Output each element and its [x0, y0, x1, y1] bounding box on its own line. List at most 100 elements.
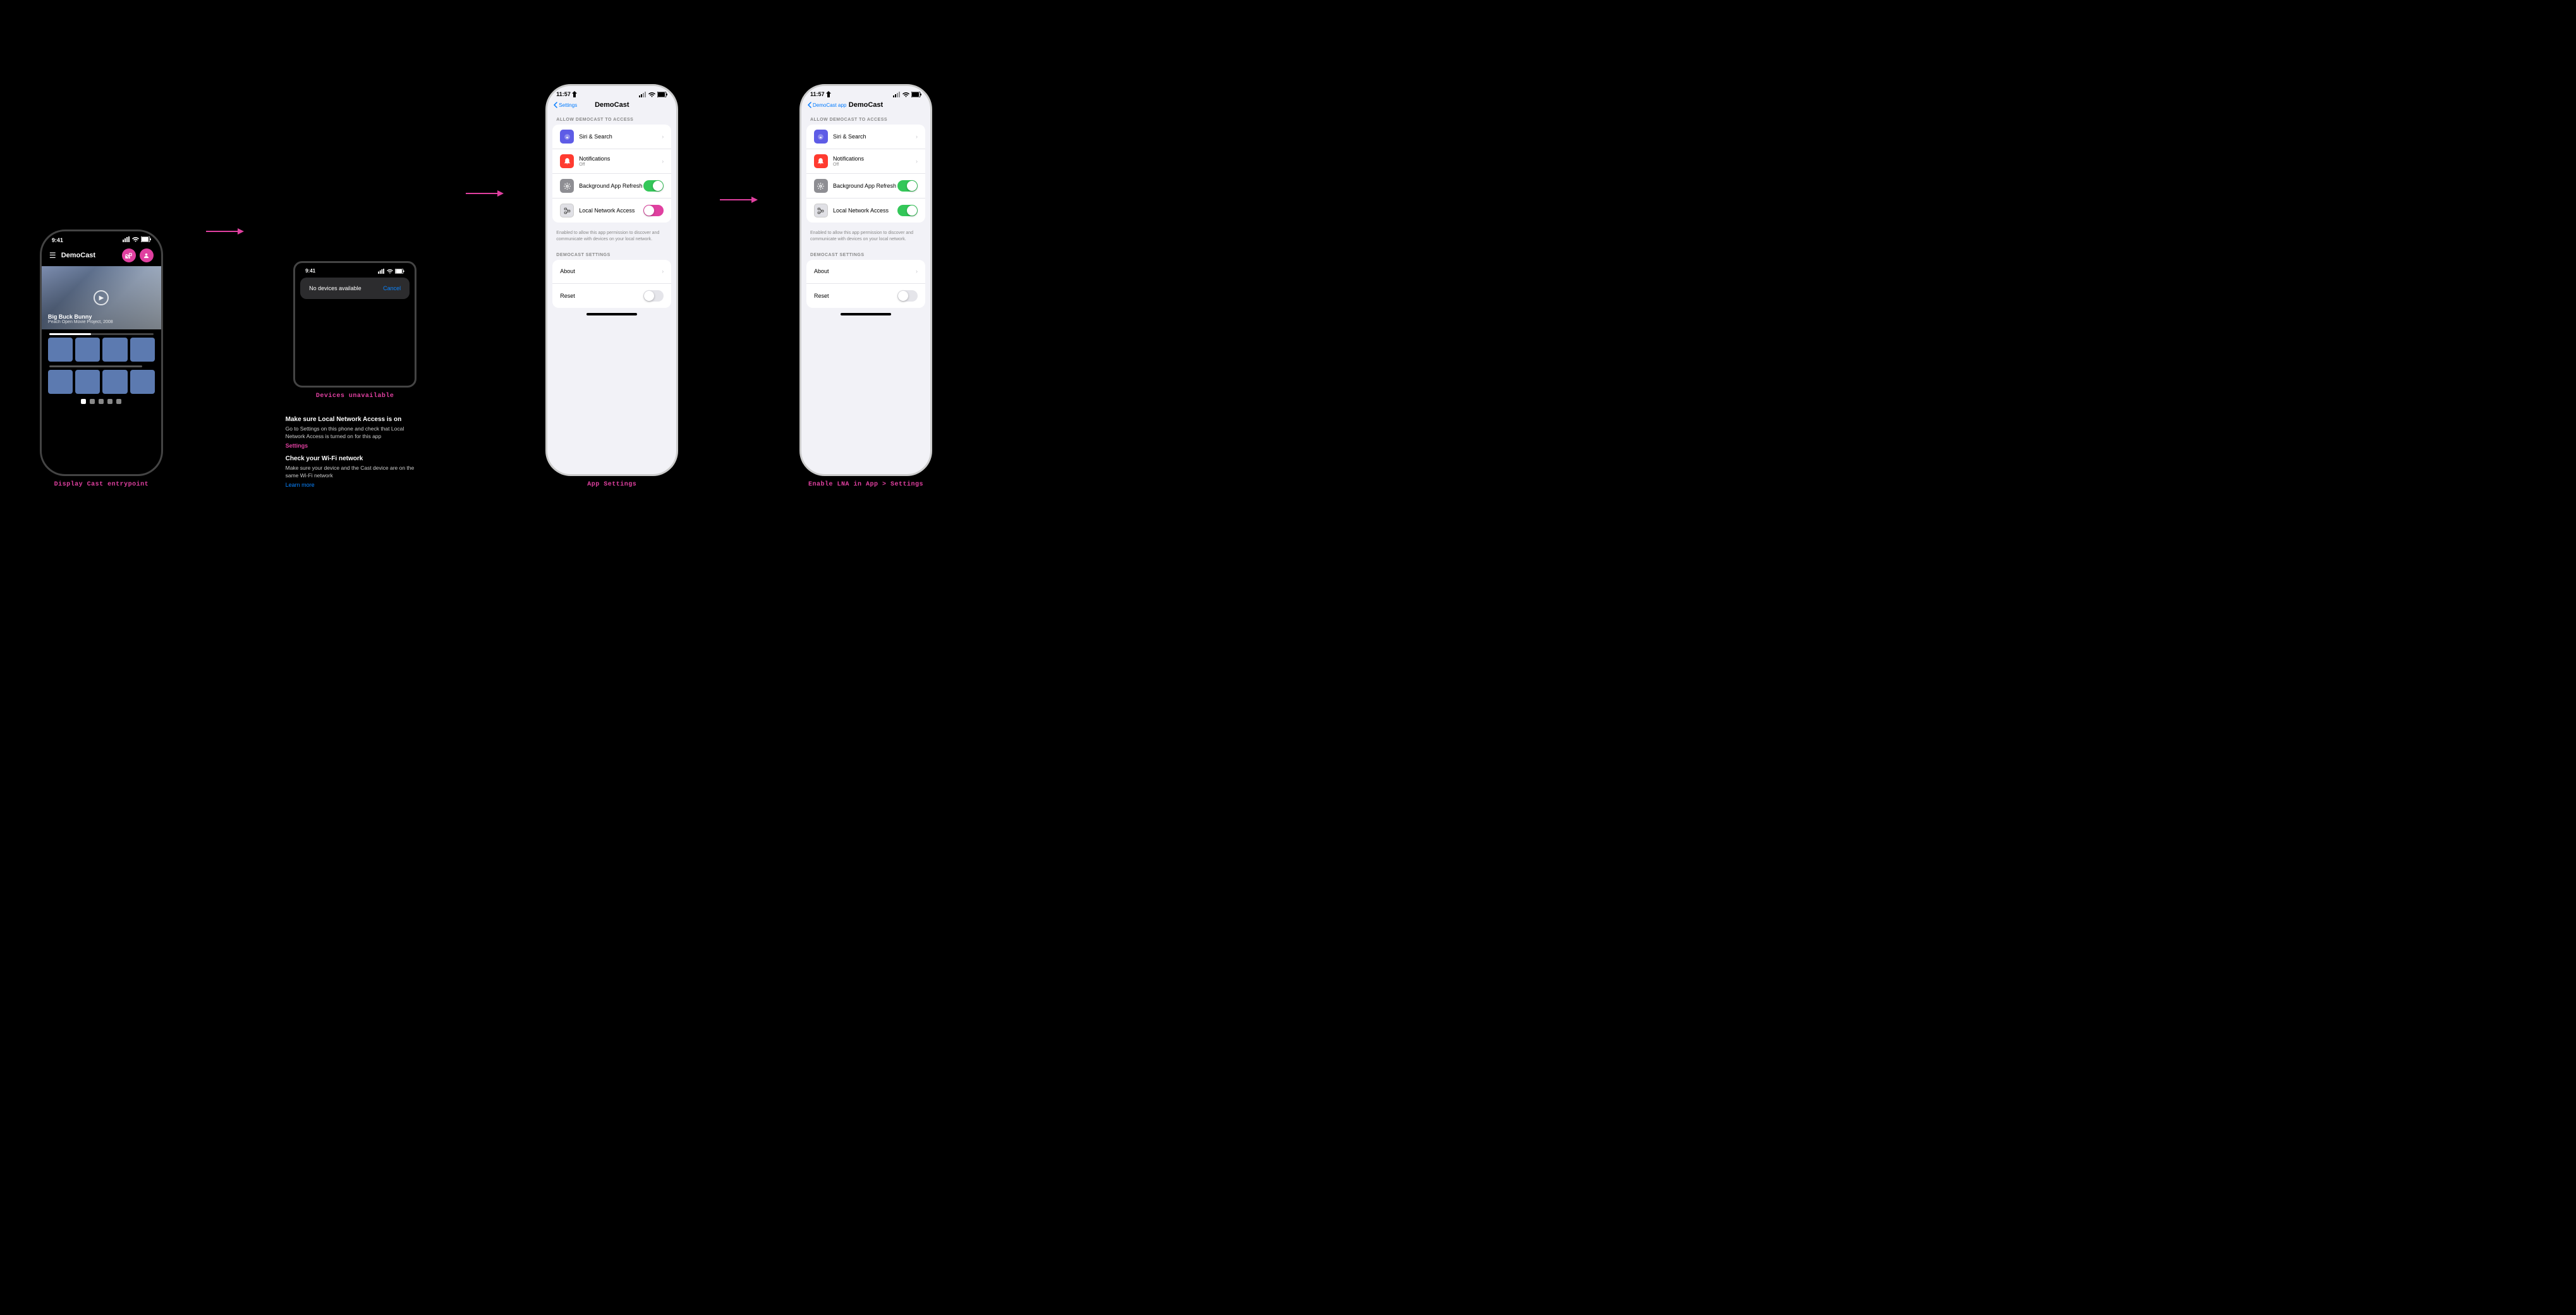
phone1-hero-image: ▶ Big Buck Bunny Peach Open Movie Projec…: [42, 266, 161, 329]
learn-more-link[interactable]: Learn more: [286, 482, 425, 488]
phone1-status-bar: 9:41: [42, 231, 161, 246]
caption-phone4: Enable LNA in App > Settings: [808, 481, 923, 488]
about-title: About: [560, 268, 659, 274]
phone1-app-title: DemoCast: [61, 252, 122, 259]
arrow1-container: [205, 222, 244, 241]
about-row[interactable]: About ›: [552, 260, 671, 284]
chevron-icon: ›: [916, 268, 918, 274]
page-dot[interactable]: [90, 399, 95, 404]
background-refresh-row[interactable]: Background App Refresh: [552, 174, 671, 199]
phone1-status-icons: [123, 236, 151, 243]
phone3-status-bar: 11:57: [547, 86, 676, 100]
siri-search-row[interactable]: Siri & Search ›: [806, 125, 925, 149]
notifications-text: Notifications Off: [833, 156, 913, 167]
thumbnail-item[interactable]: [48, 370, 73, 394]
page-dot[interactable]: [107, 399, 112, 404]
play-button[interactable]: ▶: [94, 290, 109, 305]
thumbnail-item[interactable]: [102, 338, 127, 362]
phone2-time: 9:41: [305, 268, 315, 274]
phone3-time: 11:57: [556, 91, 577, 97]
notifications-sub: Off: [833, 162, 913, 167]
thumbnail-item[interactable]: [48, 338, 73, 362]
no-devices-dialog: No devices available Cancel: [300, 278, 410, 299]
home-indicator: [586, 313, 637, 315]
location-icon: [826, 91, 831, 97]
bell-svg: [563, 157, 571, 166]
arrow3-svg: [720, 190, 758, 209]
caption-phone2: Devices unavailable: [316, 393, 394, 400]
background-refresh-text: Background App Refresh: [579, 183, 643, 189]
thumbnail-item[interactable]: [75, 338, 100, 362]
refresh-icon: [814, 179, 828, 193]
page-dot[interactable]: [99, 399, 104, 404]
notifications-icon: [814, 154, 828, 168]
phone3-nav-bar: Settings DemoCast: [547, 100, 676, 113]
phone1-app-header: ☰ DemoCast: [42, 246, 161, 266]
siri-search-text: Siri & Search: [833, 133, 913, 140]
phone3-back-button[interactable]: Settings: [554, 102, 577, 108]
notifications-title: Notifications: [833, 156, 913, 162]
settings-link[interactable]: Settings: [286, 443, 425, 449]
phone3-frame: 11:57 Settings DemoCast Allow DemoCast t…: [545, 84, 678, 476]
cancel-button[interactable]: Cancel: [383, 285, 401, 291]
section-phone3: 11:57 Settings DemoCast Allow DemoCast t…: [545, 13, 678, 488]
chevron-icon: ›: [916, 133, 918, 140]
phone4-back-button[interactable]: DemoCast app: [808, 102, 846, 108]
network-icon: [814, 204, 828, 217]
section-divider: [49, 365, 142, 367]
notifications-row[interactable]: Notifications Off ›: [552, 149, 671, 174]
about-row[interactable]: About ›: [806, 260, 925, 284]
chevron-icon: ›: [662, 158, 664, 164]
thumbnail-item[interactable]: [130, 338, 155, 362]
notifications-icon: [560, 154, 574, 168]
local-network-row[interactable]: Local Network Access: [806, 199, 925, 223]
phone2-status-icons: [378, 269, 404, 274]
page-dot[interactable]: [116, 399, 121, 404]
phone3-hint-text: Enabled to allow this app permission to …: [547, 228, 676, 248]
arrow1-svg: [206, 222, 244, 241]
battery-icon: [141, 236, 151, 243]
background-refresh-title: Background App Refresh: [833, 183, 897, 189]
progress-fill: [49, 333, 91, 335]
reset-row[interactable]: Reset: [552, 284, 671, 308]
thumbnails-row2: [42, 370, 161, 394]
progress-bar[interactable]: [49, 333, 154, 335]
page-dot-active[interactable]: [81, 399, 86, 404]
instructions-heading2: Check your Wi-Fi network: [286, 455, 425, 462]
page-dots: [42, 394, 161, 407]
local-network-toggle[interactable]: .toggle.pending::after{left:1px;right:au…: [643, 205, 664, 216]
back-chevron-icon: [808, 102, 811, 108]
thumbnail-item[interactable]: [102, 370, 127, 394]
phone4-frame: 11:57 DemoCast app DemoCast Allow DemoCa…: [799, 84, 932, 476]
about-text: About: [814, 268, 913, 274]
reset-toggle[interactable]: [897, 290, 918, 302]
background-refresh-toggle[interactable]: [897, 180, 918, 192]
reset-row[interactable]: Reset: [806, 284, 925, 308]
background-refresh-row[interactable]: Background App Refresh: [806, 174, 925, 199]
signal-icon: [378, 269, 385, 274]
about-title: About: [814, 268, 913, 274]
notifications-row[interactable]: Notifications Off ›: [806, 149, 925, 174]
siri-icon: [814, 130, 828, 144]
background-refresh-toggle[interactable]: [643, 180, 664, 192]
local-network-toggle[interactable]: [897, 205, 918, 216]
local-network-row[interactable]: Local Network Access .toggle.pending::af…: [552, 199, 671, 223]
siri-search-row[interactable]: Siri & Search ›: [552, 125, 671, 149]
siri-svg: [563, 133, 571, 141]
background-refresh-title: Background App Refresh: [579, 183, 643, 189]
reset-toggle[interactable]: [643, 290, 664, 302]
user-profile-button[interactable]: [140, 248, 154, 262]
phone1-frame: 9:41 ☰ DemoCast: [40, 229, 163, 476]
home-indicator: [841, 313, 891, 315]
notifications-sub: Off: [579, 162, 659, 167]
reset-text: Reset: [814, 293, 897, 299]
dialog-title: No devices available: [309, 285, 361, 291]
caption-phone3: App Settings: [587, 481, 636, 488]
battery-icon: [395, 269, 404, 274]
thumbnail-item[interactable]: [130, 370, 155, 394]
thumbnail-item[interactable]: [75, 370, 100, 394]
phone2-frame: 9:41 No devices available Cancel: [293, 261, 416, 388]
cast-button[interactable]: [122, 248, 136, 262]
signal-icon: [639, 92, 647, 97]
hamburger-icon[interactable]: ☰: [49, 251, 56, 260]
